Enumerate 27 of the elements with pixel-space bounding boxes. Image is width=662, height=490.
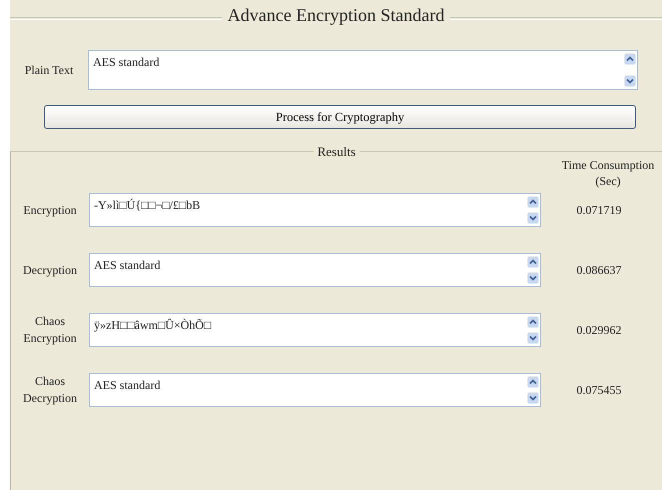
column-header: Time Consumption (Sec): [560, 157, 656, 190]
text-area[interactable]: AES standard: [89, 253, 541, 288]
time-value: 0.071719: [576, 202, 622, 220]
scroll-up-icon[interactable]: [527, 256, 539, 268]
scroll-down-icon[interactable]: [624, 75, 636, 87]
scroll-down-icon[interactable]: [527, 272, 539, 284]
text-area[interactable]: -Y»lì□Ú{□□¬□/£□bB: [89, 193, 541, 228]
field-label: Chaos Encryption: [22, 313, 78, 347]
field-label: Plain Text: [24, 62, 74, 78]
field-label: Encryption: [22, 202, 78, 219]
scroll-down-icon[interactable]: [527, 332, 539, 344]
field-label: Decryption: [22, 262, 78, 279]
text-area[interactable]: AES standard: [88, 50, 638, 90]
scroll-up-icon[interactable]: [527, 316, 539, 328]
time-value: 0.086637: [576, 262, 622, 280]
scroll-up-icon[interactable]: [527, 196, 539, 208]
time-value: 0.029962: [576, 322, 622, 340]
scroll-down-icon[interactable]: [527, 212, 539, 224]
form-title: Advance Encryption Standard: [226, 4, 446, 27]
time-value: 0.075455: [576, 382, 622, 400]
process-button[interactable]: Process for Cryptography: [44, 105, 636, 129]
scroll-up-icon[interactable]: [624, 53, 636, 65]
scroll-up-icon[interactable]: [527, 376, 539, 388]
text-area[interactable]: AES standard: [89, 373, 541, 408]
text-area[interactable]: ÿ»zH□□âwm□Û×ÒhÕ□: [89, 313, 541, 348]
field-label: Chaos Decryption: [22, 373, 78, 407]
scroll-down-icon[interactable]: [527, 392, 539, 404]
